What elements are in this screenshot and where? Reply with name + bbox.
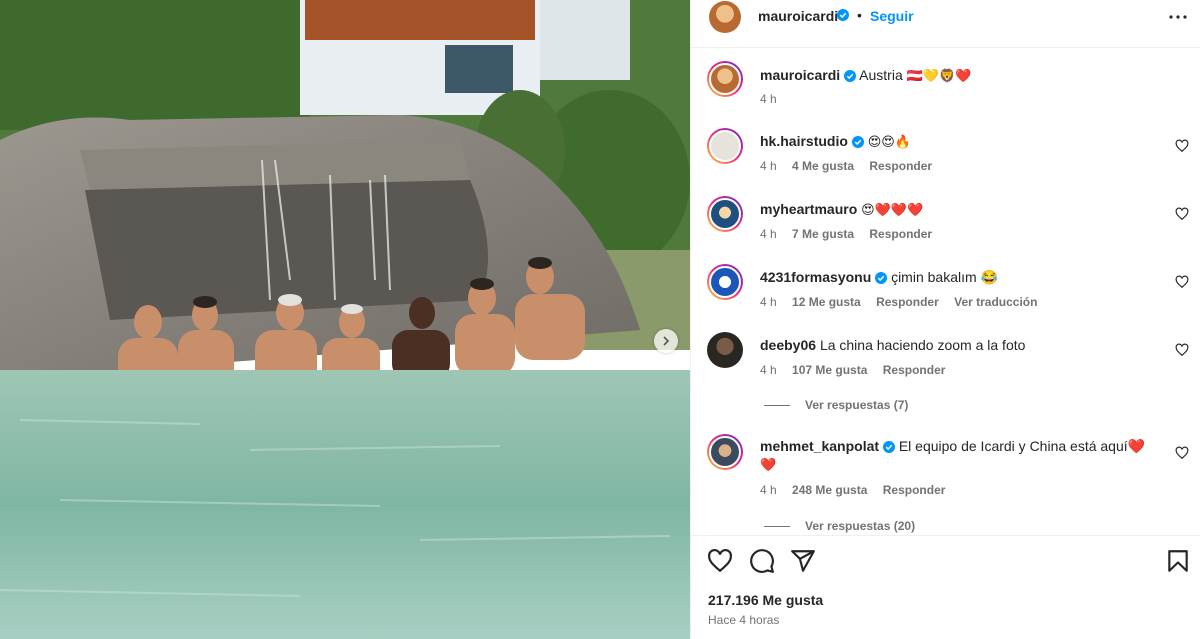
- follow-button[interactable]: Seguir: [870, 8, 914, 24]
- heart-icon[interactable]: [1175, 139, 1189, 153]
- comment-text: çimin bakalım 😂: [891, 269, 998, 285]
- comment-time: 4 h: [760, 295, 777, 309]
- reply-button[interactable]: Responder: [883, 363, 946, 377]
- translate-button[interactable]: Ver traducción: [954, 295, 1037, 309]
- comment-icon[interactable]: [749, 548, 775, 574]
- heart-icon[interactable]: [707, 548, 733, 574]
- comment-text: El equipo de Icardi y China está aquí❤️: [898, 438, 1146, 454]
- caption-time: 4 h: [760, 92, 777, 106]
- comment-username[interactable]: hk.hairstudio: [760, 133, 848, 149]
- comment-text-continued: ❤️: [760, 458, 777, 473]
- reply-button[interactable]: Responder: [883, 483, 946, 497]
- verified-badge-icon: [844, 70, 857, 82]
- caption-emojis: 🇦🇹💛🦁❤️: [906, 69, 972, 84]
- bookmark-icon[interactable]: [1165, 548, 1191, 574]
- commenter-avatar[interactable]: [707, 434, 743, 470]
- comment-time: 4 h: [760, 483, 777, 497]
- caption-text: Austria: [859, 67, 903, 83]
- comment-text: La china haciendo zoom a la foto: [819, 337, 1026, 353]
- comment-likes[interactable]: 7 Me gusta: [792, 227, 854, 241]
- comment-username[interactable]: deeby06: [760, 337, 816, 353]
- view-replies-label: Ver respuestas (20): [805, 519, 916, 533]
- commenter-avatar[interactable]: [707, 332, 743, 368]
- comment-username[interactable]: 4231formasyonu: [760, 269, 871, 285]
- verified-badge-icon: [837, 9, 849, 21]
- header-separator: •: [857, 7, 862, 23]
- comment-likes[interactable]: 107 Me gusta: [792, 363, 867, 377]
- more-options-icon[interactable]: [1167, 6, 1189, 28]
- comment-text: 😍❤️❤️❤️: [861, 203, 924, 218]
- heart-icon[interactable]: [1175, 275, 1189, 289]
- chevron-right-icon: [663, 336, 670, 346]
- view-replies-button[interactable]: Ver respuestas (20): [764, 519, 915, 533]
- comment-time: 4 h: [760, 363, 777, 377]
- heart-icon[interactable]: [1175, 207, 1189, 221]
- post-time-ago: Hace 4 horas: [708, 613, 780, 627]
- post-photo: [0, 0, 690, 639]
- author-avatar[interactable]: [707, 61, 743, 97]
- heart-icon[interactable]: [1175, 343, 1189, 357]
- view-replies-button[interactable]: Ver respuestas (7): [764, 398, 908, 412]
- actions-divider: [691, 535, 1200, 536]
- verified-badge-icon: [875, 272, 888, 284]
- commenter-avatar[interactable]: [707, 196, 743, 232]
- likes-count[interactable]: 217.196 Me gusta: [708, 592, 823, 608]
- comment-likes[interactable]: 248 Me gusta: [792, 483, 867, 497]
- post-side-panel: mauroicardi • Seguir mauroicardi Austria…: [690, 0, 1200, 639]
- view-replies-label: Ver respuestas (7): [805, 398, 909, 412]
- verified-badge-icon: [851, 136, 864, 148]
- reply-button[interactable]: Responder: [876, 295, 939, 309]
- next-photo-button[interactable]: [654, 329, 678, 353]
- comment-username[interactable]: myheartmauro: [760, 201, 857, 217]
- photo-image: [0, 0, 690, 639]
- header-divider: [691, 47, 1200, 48]
- author-username[interactable]: mauroicardi: [758, 8, 838, 24]
- replies-dash: [764, 526, 790, 528]
- share-icon[interactable]: [790, 548, 816, 574]
- comment-time: 4 h: [760, 227, 777, 241]
- comment-time: 4 h: [760, 159, 777, 173]
- post-header: mauroicardi • Seguir: [691, 0, 1200, 34]
- comment-username[interactable]: mehmet_kanpolat: [760, 438, 879, 454]
- replies-dash: [764, 405, 790, 407]
- commenter-avatar[interactable]: [707, 264, 743, 300]
- reply-button[interactable]: Responder: [869, 227, 932, 241]
- caption-username[interactable]: mauroicardi: [760, 67, 840, 83]
- comment-text: 😍😍🔥: [867, 135, 911, 150]
- verified-badge-icon: [882, 441, 895, 453]
- reply-button[interactable]: Responder: [869, 159, 932, 173]
- comment-likes[interactable]: 4 Me gusta: [792, 159, 854, 173]
- author-avatar[interactable]: [709, 1, 741, 33]
- heart-icon[interactable]: [1175, 446, 1189, 460]
- commenter-avatar[interactable]: [707, 128, 743, 164]
- comment-likes[interactable]: 12 Me gusta: [792, 295, 861, 309]
